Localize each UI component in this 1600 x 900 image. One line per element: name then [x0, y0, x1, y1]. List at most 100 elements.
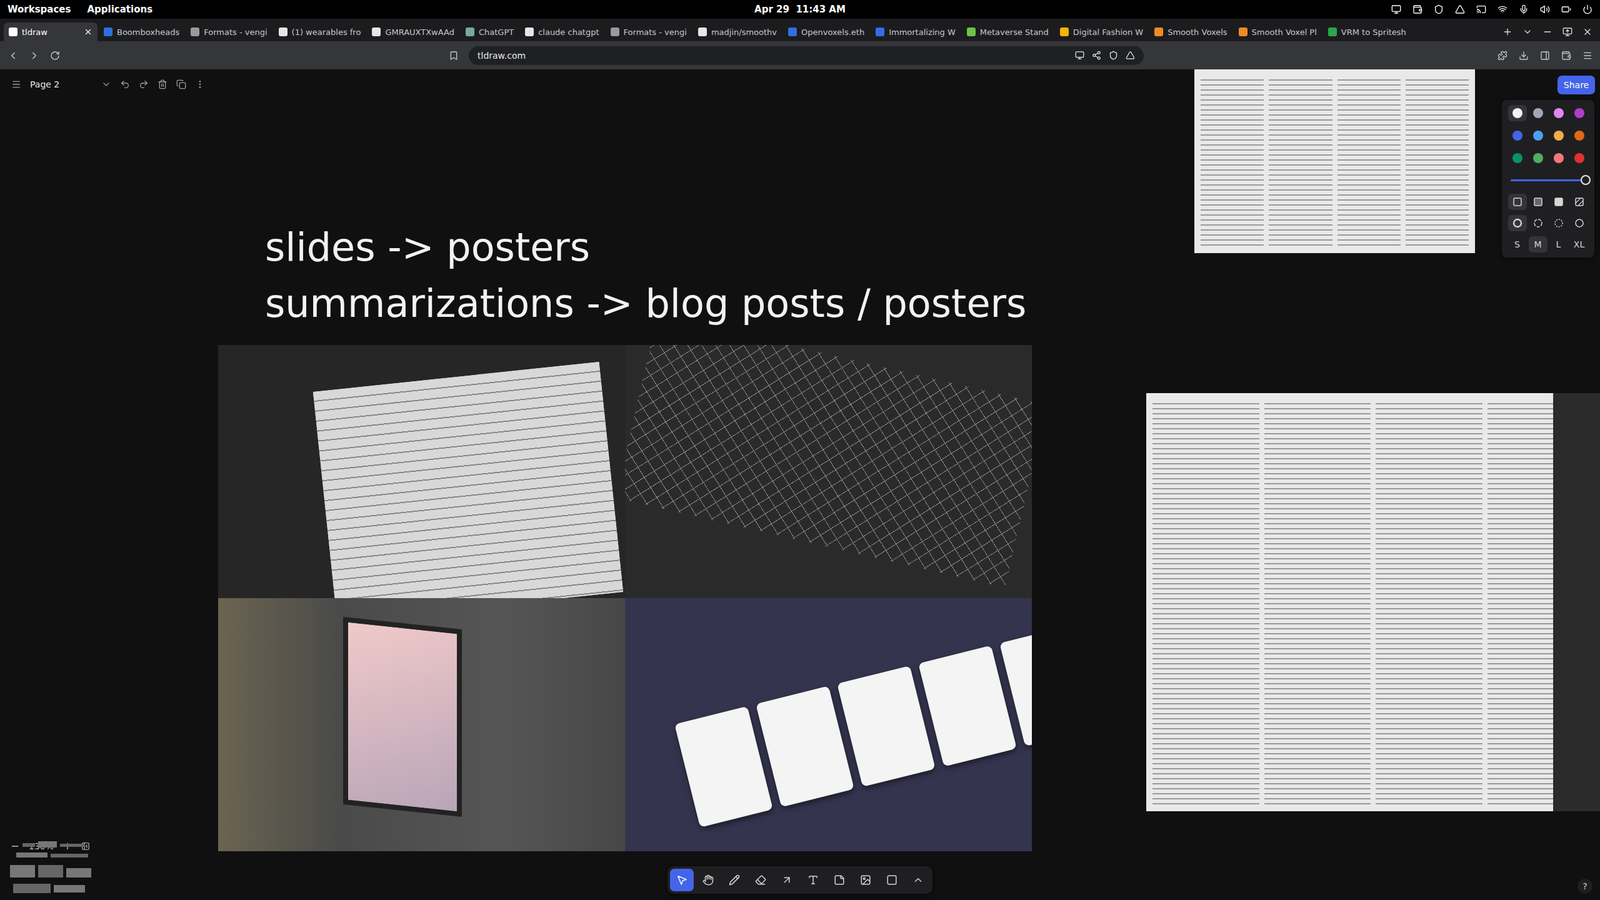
browser-tab[interactable]: Digital Fashion W: [1055, 22, 1149, 42]
new-tab-icon[interactable]: [1502, 26, 1513, 37]
browser-tab[interactable]: VRM to Spritesh: [1323, 22, 1412, 42]
color-swatch[interactable]: [1549, 150, 1569, 167]
cast-icon[interactable]: [1476, 4, 1487, 15]
reload-icon[interactable]: [50, 50, 60, 61]
tab-list-icon[interactable]: [1522, 26, 1533, 37]
dash-option[interactable]: [1508, 215, 1527, 232]
hand-tool[interactable]: [696, 868, 720, 892]
more-tool[interactable]: [906, 868, 930, 892]
note-tool[interactable]: [827, 868, 852, 892]
forward-icon[interactable]: [28, 50, 40, 62]
fill-option[interactable]: [1570, 193, 1589, 210]
rewards-icon[interactable]: [1125, 50, 1135, 60]
text-render-image[interactable]: [218, 345, 625, 599]
delete-icon[interactable]: [157, 79, 168, 90]
browser-tab[interactable]: Boomboxheads: [98, 22, 185, 42]
text-tool[interactable]: [801, 868, 825, 892]
blender-screenshot-image[interactable]: [1146, 393, 1600, 812]
vpn-icon[interactable]: [1433, 4, 1444, 15]
zoom-out-icon[interactable]: [10, 841, 20, 852]
fill-option[interactable]: [1508, 193, 1527, 210]
maximize-icon[interactable]: [1562, 26, 1573, 37]
color-swatch[interactable]: [1528, 105, 1548, 122]
tldraw-canvas[interactable]: Page 2 slides -> posterssummarizations ->…: [0, 69, 1600, 900]
workspaces-button[interactable]: Workspaces: [7, 3, 71, 15]
eraser-tool[interactable]: [748, 868, 773, 892]
color-swatch[interactable]: [1528, 127, 1548, 144]
color-swatch[interactable]: [1508, 150, 1527, 167]
dash-option[interactable]: [1570, 215, 1589, 232]
browser-tab[interactable]: ChatGPT: [460, 22, 519, 42]
color-swatch[interactable]: [1508, 127, 1527, 144]
wallet-icon[interactable]: [1561, 50, 1572, 61]
size-option[interactable]: S: [1508, 236, 1527, 253]
heading-text[interactable]: slides -> posterssummarizations -> blog …: [265, 219, 1027, 332]
color-swatch[interactable]: [1508, 105, 1527, 122]
downloads-icon[interactable]: [1518, 50, 1529, 61]
browser-tab[interactable]: Formats - vengi: [605, 22, 692, 42]
redo-icon[interactable]: [138, 79, 149, 90]
browser-tab[interactable]: Immortalizing W: [870, 22, 961, 42]
fill-option[interactable]: [1528, 193, 1548, 210]
browser-tab[interactable]: Openvoxels.eth: [783, 22, 870, 42]
color-swatch[interactable]: [1528, 150, 1548, 167]
color-swatch[interactable]: [1549, 127, 1569, 144]
display-icon[interactable]: [1391, 4, 1402, 15]
back-icon[interactable]: [7, 50, 19, 62]
tray-app-icon[interactable]: [1455, 4, 1465, 15]
page-dropdown-icon[interactable]: [101, 79, 112, 90]
applications-button[interactable]: Applications: [86, 3, 153, 15]
minimap[interactable]: [10, 840, 98, 897]
microphone-icon[interactable]: [1518, 4, 1529, 15]
bookmark-icon[interactable]: [448, 50, 459, 61]
help-button[interactable]: ?: [1577, 878, 1593, 894]
close-window-icon[interactable]: [1582, 26, 1593, 37]
fill-option[interactable]: [1549, 193, 1569, 210]
magazine-render-image[interactable]: [218, 598, 625, 852]
volume-icon[interactable]: [1540, 4, 1550, 15]
document-image[interactable]: [1194, 69, 1475, 254]
browser-tab[interactable]: GMRAUXTXwAAd: [366, 22, 460, 42]
duplicate-icon[interactable]: [176, 79, 187, 90]
size-option[interactable]: M: [1528, 236, 1548, 253]
browser-tab[interactable]: tldraw: [3, 22, 98, 42]
rectangle-tool[interactable]: [880, 868, 904, 892]
browser-tab[interactable]: Formats - vengi: [185, 22, 272, 42]
draw-tool[interactable]: [722, 868, 747, 892]
battery-icon[interactable]: [1561, 4, 1572, 15]
main-menu-icon[interactable]: [11, 79, 22, 90]
page-menu[interactable]: Page 2: [5, 74, 212, 95]
dash-option[interactable]: [1528, 215, 1548, 232]
more-icon[interactable]: [195, 79, 205, 90]
browser-tab[interactable]: (1) wearables fro: [273, 22, 367, 42]
asset-tool[interactable]: [853, 868, 878, 892]
wallet-icon[interactable]: [1412, 4, 1423, 15]
color-swatch[interactable]: [1570, 127, 1589, 144]
mesh-render-image[interactable]: [625, 345, 1032, 599]
browser-tab[interactable]: Metaverse Stand: [961, 22, 1054, 42]
clock[interactable]: Apr 29 11:43 AM: [754, 3, 846, 15]
browser-menu-icon[interactable]: [1582, 50, 1593, 61]
select-tool[interactable]: [670, 868, 694, 892]
browser-tab[interactable]: Smooth Voxels: [1149, 22, 1232, 42]
network-icon[interactable]: [1497, 4, 1508, 15]
dash-option[interactable]: [1549, 215, 1569, 232]
color-swatch[interactable]: [1570, 105, 1589, 122]
color-swatch[interactable]: [1570, 150, 1589, 167]
extensions-icon[interactable]: [1497, 50, 1508, 61]
color-swatch[interactable]: [1549, 105, 1569, 122]
size-option[interactable]: L: [1549, 236, 1569, 253]
power-icon[interactable]: [1582, 4, 1593, 15]
size-option[interactable]: XL: [1570, 236, 1589, 253]
share-button[interactable]: Share: [1557, 75, 1595, 95]
cast-page-icon[interactable]: [1075, 50, 1085, 60]
browser-tab[interactable]: claude chatgpt: [520, 22, 604, 42]
undo-icon[interactable]: [120, 79, 130, 90]
opacity-slider[interactable]: [1510, 173, 1586, 187]
cards-render-image[interactable]: [625, 598, 1032, 852]
brave-shield-icon[interactable]: [1108, 50, 1119, 60]
arrow-tool[interactable]: [775, 868, 799, 892]
close-tab-icon[interactable]: [83, 27, 93, 37]
sidebar-icon[interactable]: [1540, 50, 1550, 61]
share-page-icon[interactable]: [1091, 50, 1102, 60]
